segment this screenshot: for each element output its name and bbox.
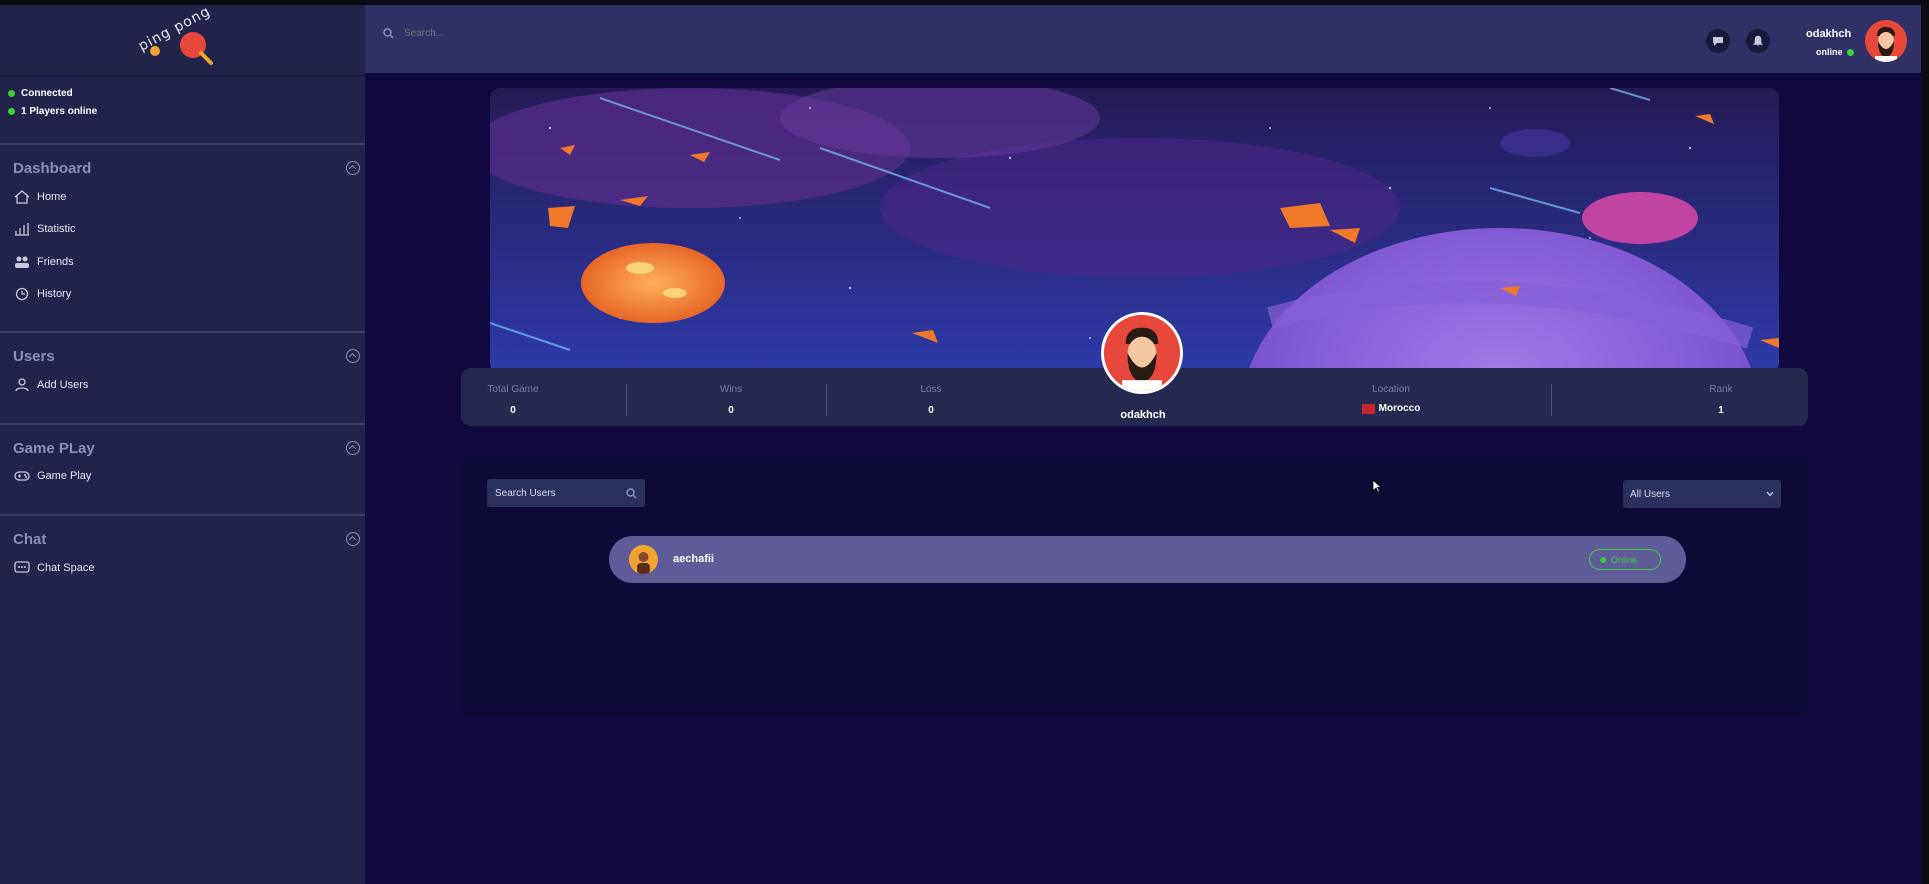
sidebar-item-statistic[interactable]: Statistic	[14, 222, 76, 236]
profile-username: odakhch	[1120, 409, 1166, 421]
user-status-label: Online	[1611, 554, 1638, 565]
stat-total-game: Total Game 0	[483, 384, 543, 416]
current-user-status: online	[1816, 47, 1854, 57]
bearded-man-avatar-icon	[1104, 315, 1180, 391]
sidebar-item-label: History	[37, 288, 72, 300]
notifications-button[interactable]	[1746, 29, 1770, 53]
sidebar-item-label: Game Play	[37, 470, 92, 482]
section-divider	[0, 514, 365, 516]
online-dot-icon	[1846, 48, 1854, 56]
stat-label: Loss	[920, 384, 942, 395]
online-dot-icon	[8, 90, 15, 97]
connection-status: Connected	[8, 88, 73, 99]
stat-label: Total Game	[487, 384, 539, 395]
search-icon	[383, 28, 394, 39]
user-status-badge: Online	[1589, 549, 1661, 570]
collapse-game-play-button[interactable]	[346, 441, 360, 455]
stat-separator	[826, 384, 827, 416]
collapse-users-button[interactable]	[346, 349, 360, 363]
friends-icon	[14, 255, 30, 269]
mouse-cursor-icon	[1372, 479, 1382, 493]
user-list-item[interactable]: aechafii Online	[609, 536, 1686, 583]
sidebar-divider	[0, 75, 365, 77]
sidebar-item-label: Statistic	[37, 223, 76, 235]
section-title-game-play: Game PLay	[13, 440, 95, 457]
online-dot-icon	[8, 108, 15, 115]
section-title-chat: Chat	[13, 531, 47, 548]
sidebar-item-friends[interactable]: Friends	[14, 255, 74, 269]
ping-pong-logo[interactable]: ping pong	[135, 3, 225, 69]
section-title-dashboard: Dashboard	[13, 160, 92, 177]
stat-label: Location	[1372, 384, 1410, 395]
section-divider	[0, 423, 365, 425]
online-dot-icon	[1600, 556, 1606, 563]
status-label: online	[1816, 47, 1843, 57]
stat-value: 0	[728, 405, 734, 416]
messages-button[interactable]	[1706, 29, 1730, 53]
stat-value: 0	[928, 405, 934, 416]
global-search[interactable]	[383, 27, 606, 40]
stat-value: 0	[510, 405, 516, 416]
stat-wins: Wins 0	[711, 384, 751, 416]
history-icon	[14, 287, 30, 301]
user-name[interactable]: aechafii	[673, 553, 714, 565]
current-username[interactable]: odakhch	[1806, 28, 1851, 40]
stat-separator	[626, 384, 627, 416]
location-text: Morocco	[1378, 403, 1421, 414]
search-users-placeholder[interactable]: Search Users	[495, 488, 556, 499]
section-divider	[0, 143, 365, 145]
sidebar-item-history[interactable]: History	[14, 287, 71, 301]
sidebar: ping pong Connected 1 Players online Das…	[0, 3, 365, 884]
stat-label: Wins	[719, 384, 743, 395]
user-avatar[interactable]	[629, 545, 658, 574]
collapse-dashboard-button[interactable]	[346, 161, 360, 175]
profile-avatar[interactable]	[1101, 312, 1183, 394]
sidebar-item-game-play[interactable]: Game Play	[14, 469, 91, 483]
filter-selected-value: All Users	[1630, 488, 1671, 500]
message-icon	[1713, 37, 1723, 46]
chevron-down-icon	[1766, 491, 1774, 497]
sidebar-item-label: Add Users	[37, 379, 89, 391]
stat-separator	[1551, 384, 1552, 416]
search-input[interactable]	[402, 27, 606, 40]
section-title-users: Users	[13, 348, 55, 365]
users-panel: Search Users All Users aechafii Online	[461, 457, 1808, 717]
home-icon	[14, 190, 30, 204]
collapse-chat-button[interactable]	[346, 532, 360, 546]
stat-value-location: Morocco	[1341, 403, 1441, 414]
players-online-status: 1 Players online	[8, 106, 97, 117]
chat-icon	[14, 561, 30, 575]
sidebar-item-label: Chat Space	[37, 562, 95, 574]
bearded-man-avatar-icon	[1865, 20, 1907, 62]
search-icon[interactable]	[626, 487, 637, 499]
morocco-flag-icon	[1361, 403, 1375, 414]
sidebar-item-home[interactable]: Home	[14, 190, 66, 204]
stat-label: Rank	[1709, 384, 1733, 395]
stat-location: Location Morocco	[1341, 384, 1441, 414]
app-window: ping pong Connected 1 Players online Das…	[0, 3, 1921, 884]
sidebar-item-chat-space[interactable]: Chat Space	[14, 561, 94, 575]
sidebar-item-label: Home	[37, 191, 67, 203]
stat-loss: Loss 0	[911, 384, 951, 416]
stat-rank: Rank 1	[1701, 384, 1741, 416]
connected-label: Connected	[21, 88, 73, 99]
top-bar: odakhch online	[365, 5, 1921, 73]
stat-value: 1	[1718, 405, 1724, 416]
person-avatar-icon	[629, 545, 658, 574]
gamepad-icon	[14, 469, 30, 483]
section-divider	[0, 331, 365, 333]
sidebar-item-label: Friends	[37, 256, 74, 268]
players-online-label: 1 Players online	[21, 106, 98, 117]
search-users-field[interactable]: Search Users	[487, 479, 645, 507]
chart-icon	[14, 222, 30, 236]
sidebar-item-add-users[interactable]: Add Users	[14, 378, 88, 392]
users-filter-select[interactable]: All Users	[1623, 480, 1781, 508]
paddle-icon	[150, 32, 213, 65]
add-user-icon	[14, 378, 30, 392]
window-edge	[1921, 0, 1929, 884]
bell-icon	[1752, 35, 1764, 46]
user-avatar[interactable]	[1865, 20, 1907, 62]
